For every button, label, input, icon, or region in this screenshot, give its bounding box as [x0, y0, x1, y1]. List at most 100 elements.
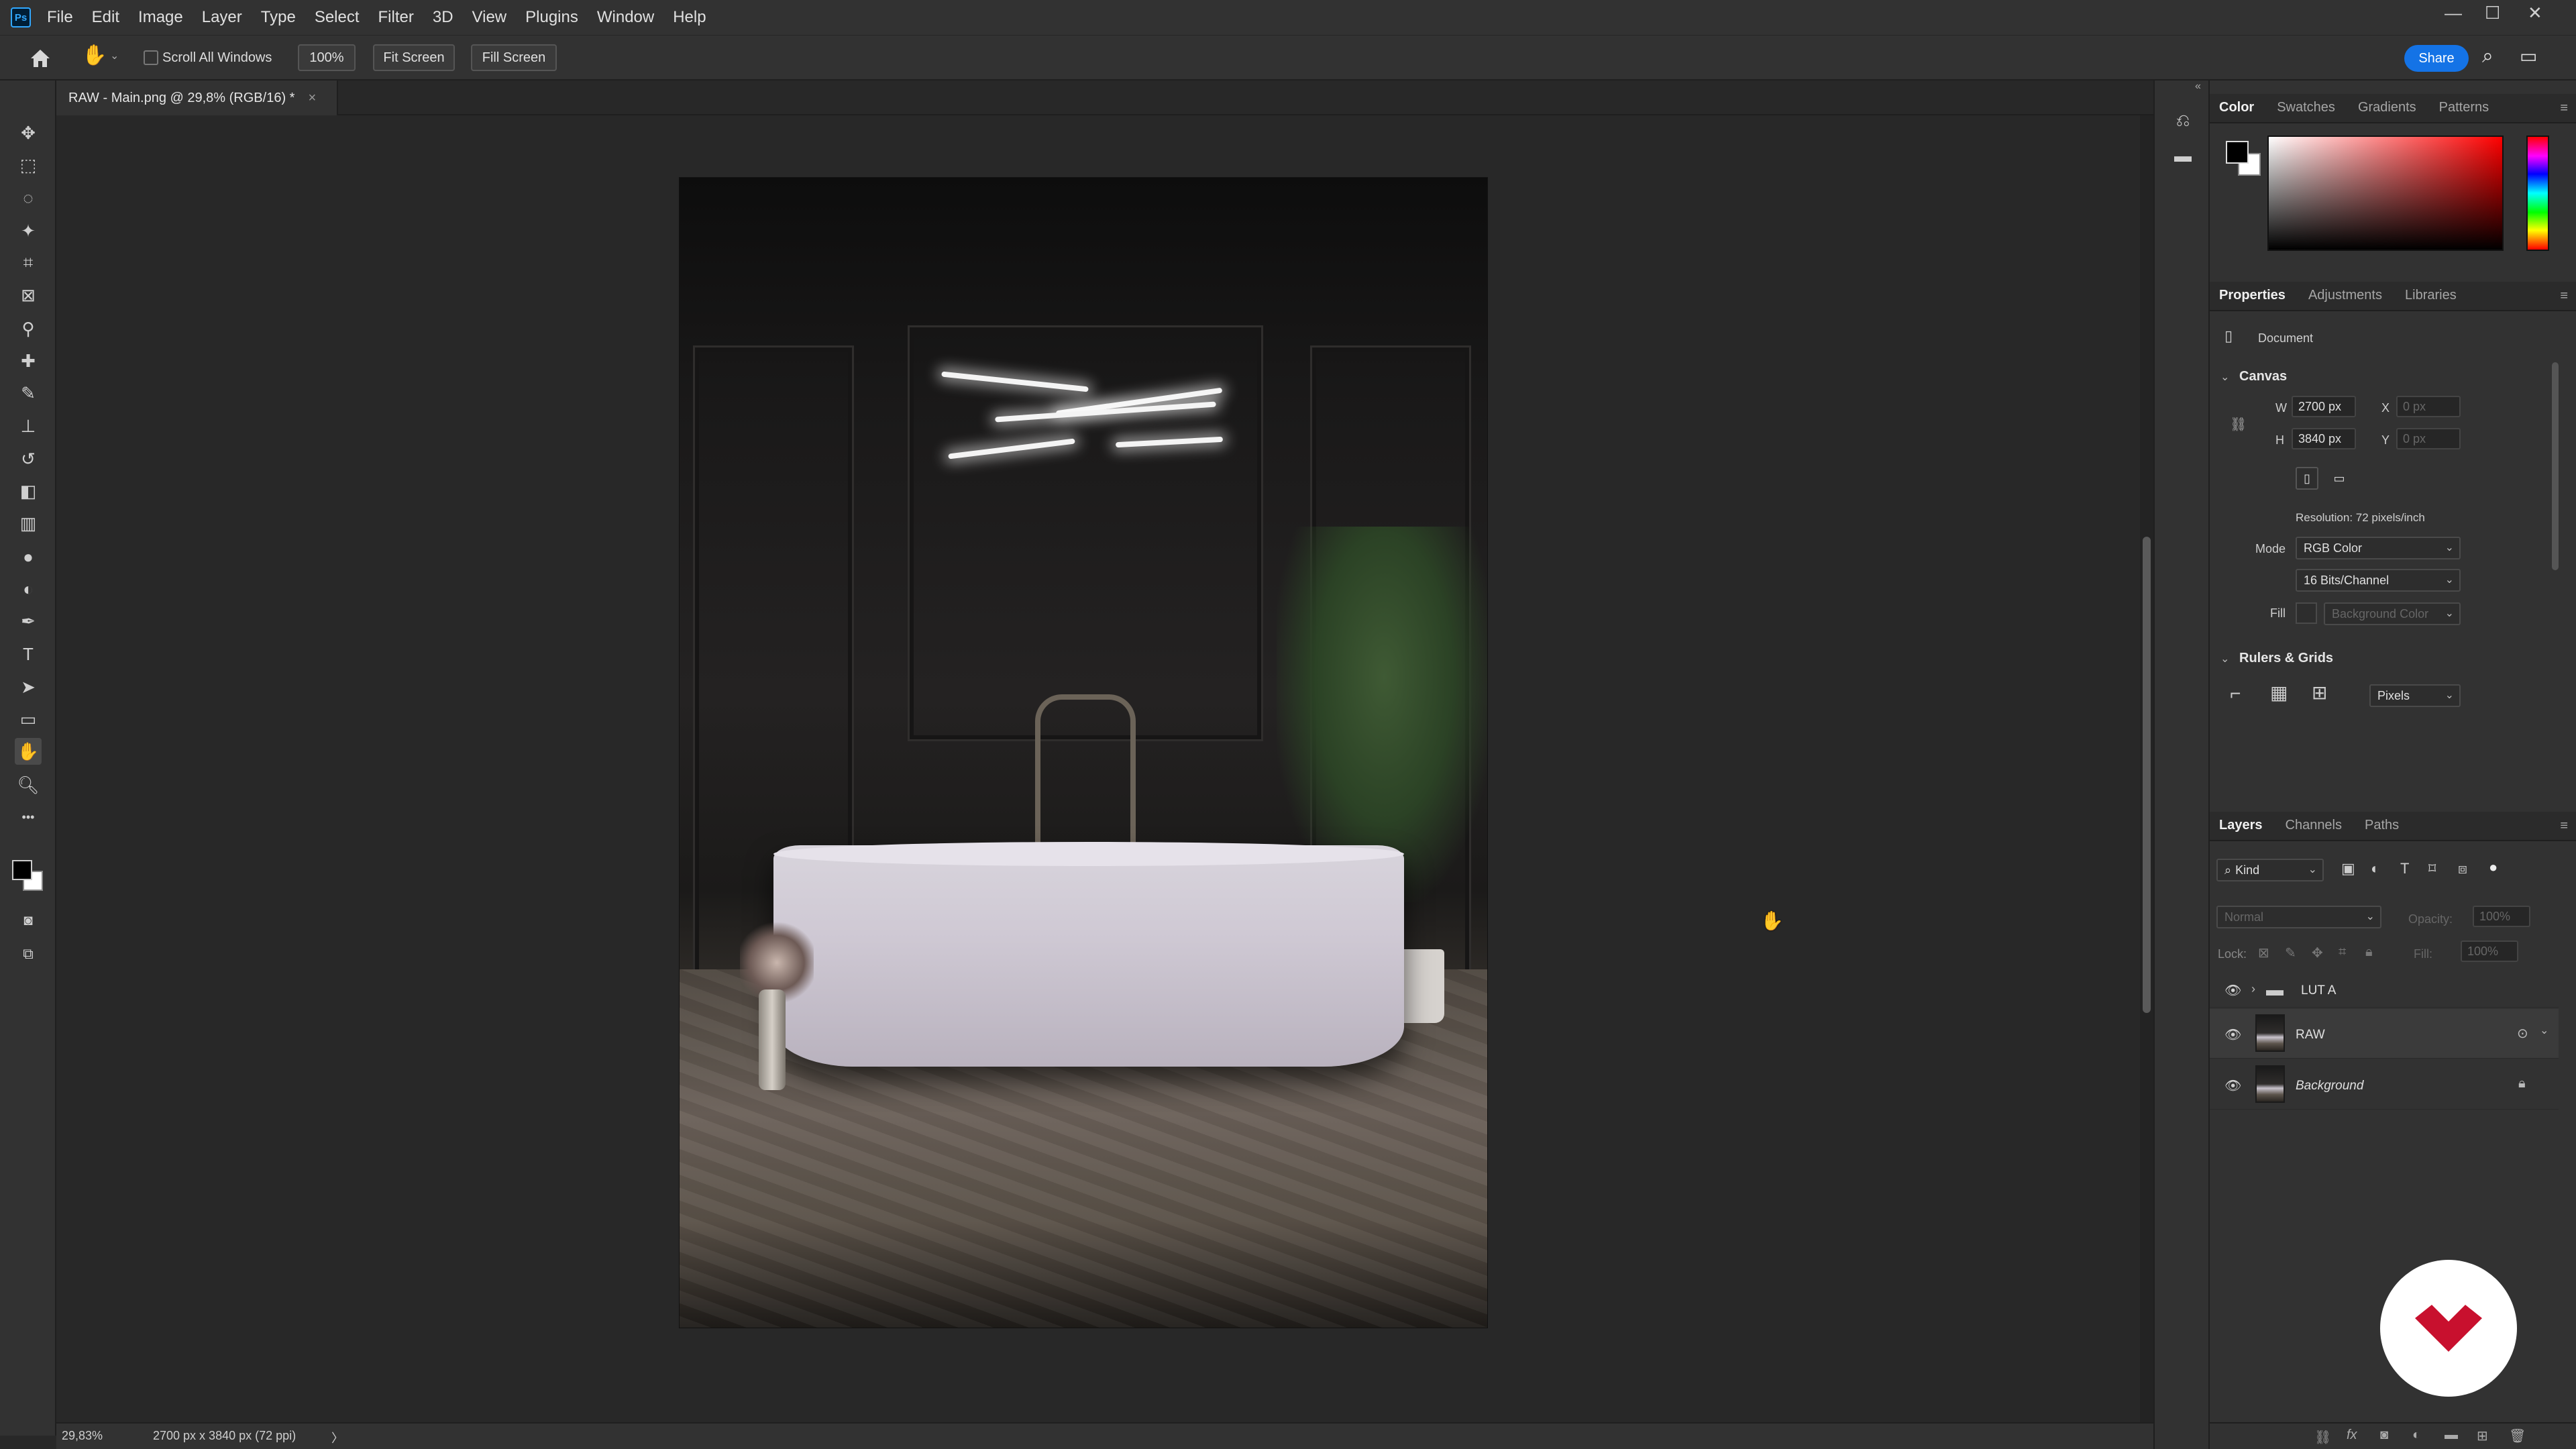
menu-file[interactable]: File: [47, 8, 73, 27]
eye-icon[interactable]: 👁︎: [2224, 982, 2241, 999]
more-tools-icon[interactable]: •••: [15, 804, 42, 830]
lasso-icon[interactable]: ◌: [15, 184, 42, 211]
tab-color[interactable]: Color: [2210, 100, 2267, 122]
document-image[interactable]: [679, 177, 1488, 1328]
menu-select[interactable]: Select: [315, 8, 360, 27]
smart-object-link-icon[interactable]: ⊙: [2517, 1025, 2528, 1042]
gradient-icon[interactable]: ▥: [15, 510, 42, 537]
filter-shape-icon[interactable]: ⌑: [2428, 860, 2436, 877]
lock-all-icon[interactable]: 🔒︎: [2365, 945, 2373, 960]
properties-scrollbar[interactable]: [2552, 362, 2559, 570]
fill-color-swatch[interactable]: [2296, 602, 2317, 624]
menu-type[interactable]: Type: [261, 8, 296, 27]
frame-icon[interactable]: ⊠: [15, 282, 42, 309]
screen-mode-icon[interactable]: ⧉: [15, 941, 42, 967]
chevron-down-icon[interactable]: ⌄: [2220, 652, 2229, 665]
layer-row-group[interactable]: 👁︎ › ▬ LUT A: [2210, 973, 2559, 1008]
status-arrow-icon[interactable]: 〉: [331, 1429, 343, 1446]
tab-gradients[interactable]: Gradients: [2349, 100, 2430, 122]
eye-icon[interactable]: 👁︎: [2224, 1077, 2241, 1094]
close-tab-icon[interactable]: ×: [308, 91, 316, 106]
adjustment-layer-icon[interactable]: ◐: [2412, 1428, 2420, 1443]
link-icon[interactable]: ⛓: [2230, 416, 2247, 433]
path-selection-icon[interactable]: ➤: [15, 674, 42, 700]
magic-wand-icon[interactable]: ✦: [15, 217, 42, 244]
chevron-down-icon[interactable]: ⌄: [110, 49, 119, 62]
clone-stamp-icon[interactable]: ⊥: [15, 413, 42, 439]
close-icon[interactable]: ✕: [2528, 3, 2542, 23]
hand-tool-icon[interactable]: ✋: [82, 44, 107, 67]
panel-menu-icon[interactable]: ≡: [2560, 101, 2568, 116]
add-mask-icon[interactable]: ◙: [2380, 1428, 2388, 1443]
lock-position-icon[interactable]: ✥: [2312, 945, 2323, 961]
menu-layer[interactable]: Layer: [202, 8, 242, 27]
new-group-icon[interactable]: ▬: [2445, 1428, 2458, 1443]
filter-toggle-icon[interactable]: ●: [2489, 859, 2498, 876]
new-layer-icon[interactable]: ⊞: [2477, 1428, 2488, 1444]
fit-screen-button[interactable]: Fit Screen: [373, 44, 455, 71]
layer-row-raw[interactable]: 👁︎ RAW ⊙ ⌄: [2210, 1009, 2559, 1059]
eraser-icon[interactable]: ◧: [15, 478, 42, 504]
menu-edit[interactable]: Edit: [92, 8, 119, 27]
guides-icon[interactable]: ⊞: [2312, 682, 2327, 704]
search-icon[interactable]: ⌕: [2482, 45, 2493, 68]
chevron-right-icon[interactable]: ›: [2251, 982, 2255, 996]
portrait-orientation-icon[interactable]: ▯: [2296, 467, 2318, 490]
filter-type-icon[interactable]: T: [2400, 860, 2409, 877]
eyedropper-icon[interactable]: ⚲: [15, 315, 42, 342]
landscape-orientation-icon[interactable]: ▭: [2328, 467, 2351, 490]
fill-screen-button[interactable]: Fill Screen: [471, 44, 557, 71]
move-tool-icon[interactable]: ✥: [15, 119, 42, 146]
tab-swatches[interactable]: Swatches: [2267, 100, 2349, 122]
scroll-all-windows-checkbox[interactable]: [144, 50, 158, 65]
vertical-scroll-thumb[interactable]: [2143, 537, 2151, 1013]
blur-icon[interactable]: ●: [15, 543, 42, 570]
fx-icon[interactable]: fx: [2347, 1428, 2357, 1443]
ruler-units-select[interactable]: Pixels ⌄: [2369, 684, 2461, 707]
fill-select[interactable]: Background Color ⌄: [2324, 602, 2461, 625]
chevron-down-icon[interactable]: ⌄: [2540, 1024, 2548, 1037]
filter-smart-object-icon[interactable]: ⧈: [2458, 860, 2467, 877]
chevron-down-icon[interactable]: ⌄: [2220, 370, 2229, 384]
filter-pixel-icon[interactable]: ▣: [2341, 860, 2355, 877]
type-icon[interactable]: T: [15, 641, 42, 667]
quick-mask-icon[interactable]: ◙: [15, 907, 42, 934]
comments-panel-icon[interactable]: ▬: [2172, 145, 2194, 166]
canvas-y-input[interactable]: 0 px: [2396, 428, 2461, 449]
tab-libraries[interactable]: Libraries: [2396, 288, 2470, 310]
layer-name[interactable]: Background: [2296, 1079, 2363, 1093]
brush-icon[interactable]: ✎: [15, 380, 42, 407]
zoom-100-button[interactable]: 100%: [298, 44, 356, 71]
foreground-color-swatch[interactable]: [2226, 141, 2249, 164]
panel-menu-icon[interactable]: ≡: [2560, 818, 2568, 834]
crop-icon[interactable]: ⌗: [15, 250, 42, 276]
share-button[interactable]: Share: [2404, 45, 2469, 72]
tab-paths[interactable]: Paths: [2355, 818, 2412, 840]
opacity-input[interactable]: 100%: [2473, 906, 2530, 927]
tab-channels[interactable]: Channels: [2276, 818, 2356, 840]
history-panel-icon[interactable]: ⎌: [2172, 110, 2194, 131]
panel-menu-icon[interactable]: ≡: [2560, 288, 2568, 304]
layer-filter-select[interactable]: ⌕ Kind ⌄: [2216, 859, 2324, 881]
menu-image[interactable]: Image: [138, 8, 183, 27]
grid-icon[interactable]: ▦: [2270, 682, 2288, 704]
menu-help[interactable]: Help: [673, 8, 706, 27]
menu-plugins[interactable]: Plugins: [525, 8, 578, 27]
bit-depth-select[interactable]: 16 Bits/Channel ⌄: [2296, 569, 2461, 592]
canvas-width-input[interactable]: 2700 px: [2292, 396, 2356, 417]
workspace-icon[interactable]: ▭: [2520, 45, 2537, 67]
zoom-icon[interactable]: 🔍︎: [15, 771, 42, 798]
canvas-height-input[interactable]: 3840 px: [2292, 428, 2356, 449]
filter-adjustment-icon[interactable]: ◐: [2371, 860, 2379, 877]
fill-input[interactable]: 100%: [2461, 941, 2518, 962]
lock-icon[interactable]: 🔒︎: [2518, 1076, 2526, 1091]
maximize-icon[interactable]: ☐: [2485, 3, 2500, 23]
healing-brush-icon[interactable]: ✚: [15, 347, 42, 374]
lock-transparent-icon[interactable]: ⊠: [2258, 945, 2269, 961]
tab-layers[interactable]: Layers: [2210, 818, 2276, 840]
menu-window[interactable]: Window: [597, 8, 654, 27]
hue-slider[interactable]: [2526, 136, 2549, 251]
blend-mode-select[interactable]: Normal ⌄: [2216, 906, 2381, 928]
rectangular-marquee-icon[interactable]: ⬚: [15, 152, 42, 178]
home-icon[interactable]: [28, 46, 52, 70]
